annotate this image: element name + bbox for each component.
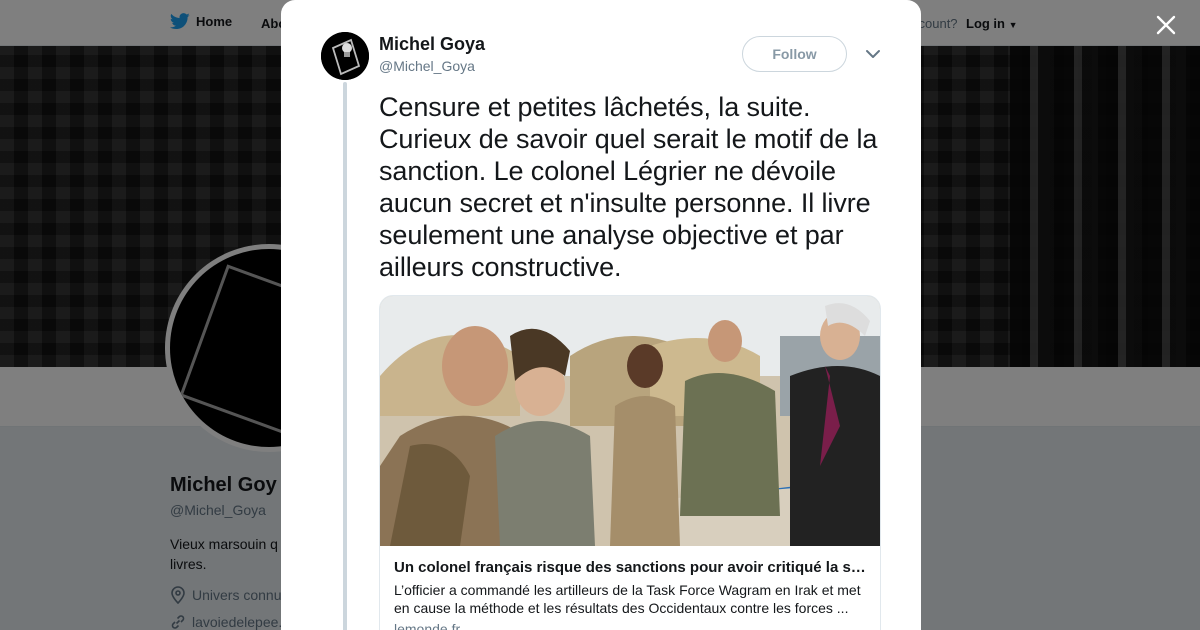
card-photo [380, 296, 880, 546]
author-avatar[interactable] [321, 32, 369, 80]
link-card[interactable]: Un colonel français risque des sanctions… [379, 295, 881, 630]
tweet-options-button[interactable] [864, 46, 882, 62]
thread-line [343, 82, 347, 630]
tweet-text: Censure et petites lâchetés, la suite. C… [379, 92, 878, 282]
close-modal-button[interactable] [1153, 12, 1179, 38]
card-description: L’officier a commandé les artilleurs de … [394, 582, 861, 616]
close-icon [1156, 15, 1176, 35]
author-handle[interactable]: @Michel_Goya [379, 58, 475, 74]
author-name[interactable]: Michel Goya [379, 34, 485, 55]
author-avatar-image [321, 32, 369, 80]
follow-button[interactable]: Follow [742, 36, 847, 72]
tweet-modal: Michel Goya @Michel_Goya Follow Censure … [281, 0, 921, 630]
card-image [380, 296, 880, 546]
card-domain: lemonde.fr [394, 621, 461, 630]
chevron-down-icon [866, 50, 880, 58]
card-title: Un colonel français risque des sanctions… [394, 559, 868, 576]
